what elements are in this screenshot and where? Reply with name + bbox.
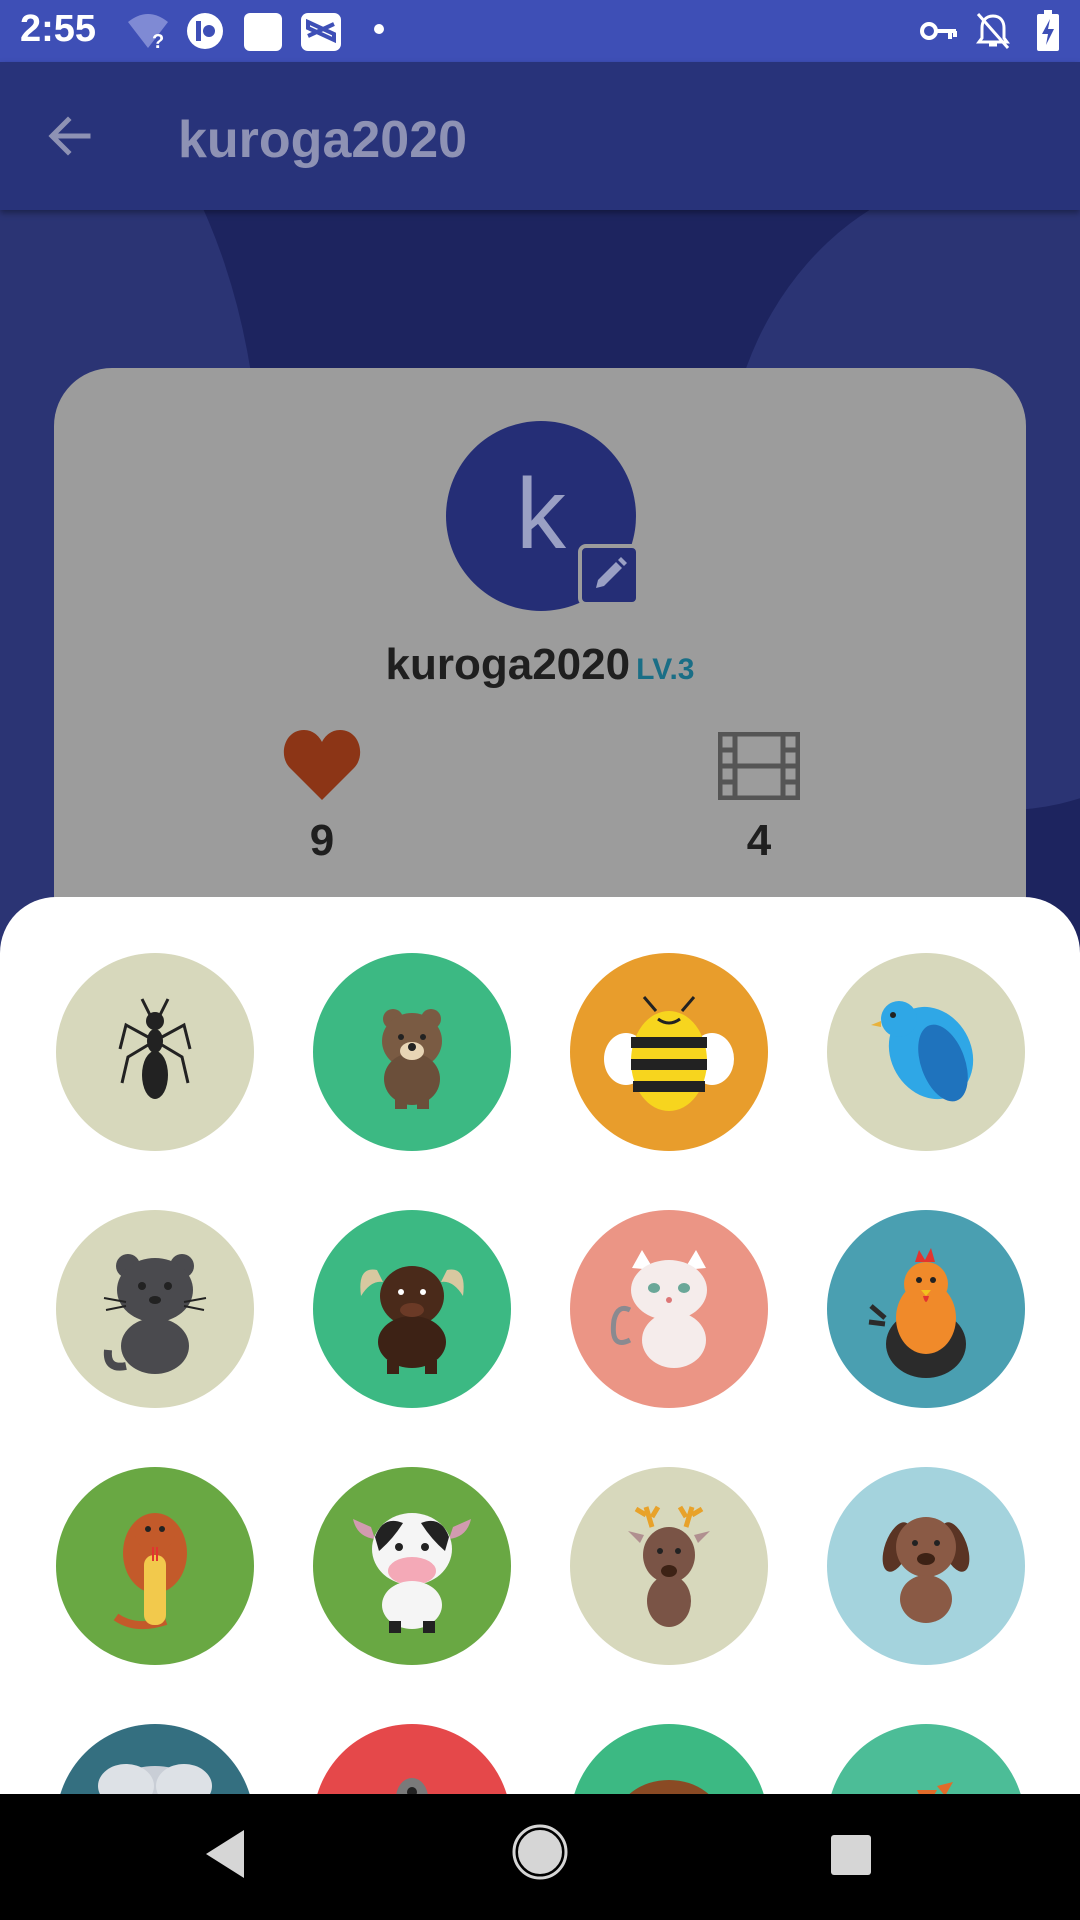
likes-count: 9 — [309, 816, 335, 865]
panther-icon — [103, 1254, 207, 1374]
profile-card: k kuroga2020 LV.3 9 4 — [54, 368, 1026, 988]
dot-icon — [374, 24, 384, 34]
bird-icon — [871, 1001, 974, 1102]
bear-icon — [382, 1009, 442, 1109]
elephant-icon — [98, 1764, 212, 1794]
status-bar: 2:55 ? — [0, 0, 1080, 62]
dog-icon — [882, 1517, 970, 1623]
screen: 2:55 ? kuroga2020 k kuroga2020 LV.3 9 4 — [0, 0, 1080, 1920]
username: kuroga2020 — [385, 640, 631, 689]
avatar-option-ant[interactable] — [56, 953, 254, 1151]
nav-home-icon[interactable] — [510, 1822, 570, 1882]
deer-icon — [628, 1505, 710, 1627]
avatar-option-bird[interactable] — [827, 953, 1025, 1151]
nav-back-icon[interactable] — [200, 1824, 254, 1884]
arrow-back-icon[interactable] — [40, 106, 100, 166]
cat-icon — [610, 1250, 707, 1368]
avatar-option-eagle[interactable] — [313, 1724, 511, 1794]
cow-icon — [353, 1513, 471, 1633]
app-notification-icon — [187, 13, 223, 49]
cobra-icon — [113, 1513, 187, 1630]
monkey-icon — [629, 1780, 709, 1794]
avatar-option-rooster[interactable] — [827, 1210, 1025, 1408]
nav-recents-icon[interactable] — [830, 1834, 872, 1876]
heart-icon — [283, 730, 361, 800]
app-bar: kuroga2020 — [0, 62, 1080, 210]
avatar-option-bear[interactable] — [313, 953, 511, 1151]
vpn-key-icon — [920, 22, 957, 40]
avatar-grid — [0, 897, 1080, 1794]
avatar-option-cat[interactable] — [570, 1210, 768, 1408]
bee-icon — [604, 996, 734, 1111]
avatar-picker-sheet — [0, 897, 1080, 1794]
blank-notification-icon — [244, 13, 282, 51]
capcut-notification-icon — [301, 13, 341, 51]
fox-icon — [917, 1782, 953, 1794]
wifi-question-icon: ? — [128, 14, 168, 50]
avatar-option-cobra[interactable] — [56, 1467, 254, 1665]
avatar-option-elephant[interactable] — [56, 1724, 254, 1794]
pencil-icon — [596, 557, 627, 588]
rooster-icon — [868, 1248, 966, 1378]
avatar-option-cow[interactable] — [313, 1467, 511, 1665]
level-badge: LV.3 — [636, 653, 695, 686]
navigation-bar — [0, 1794, 1080, 1920]
battery-charging-icon — [1037, 10, 1059, 51]
film-strip-icon — [718, 732, 800, 800]
avatar-option-fox[interactable] — [827, 1724, 1025, 1794]
avatar-option-buffalo[interactable] — [313, 1210, 511, 1408]
ant-icon — [118, 998, 192, 1099]
page-title: kuroga2020 — [178, 111, 468, 169]
avatar-option-panther[interactable] — [56, 1210, 254, 1408]
status-time: 2:55 — [20, 8, 97, 50]
svg-text:?: ? — [152, 31, 164, 50]
avatar-option-bee[interactable] — [570, 953, 768, 1151]
videos-count: 4 — [746, 816, 772, 865]
avatar-option-deer[interactable] — [570, 1467, 768, 1665]
username-row: kuroga2020 LV.3 — [54, 640, 1026, 690]
avatar-option-monkey[interactable] — [570, 1724, 768, 1794]
avatar-option-dog[interactable] — [827, 1467, 1025, 1665]
buffalo-icon — [360, 1266, 464, 1374]
eagle-icon — [396, 1778, 428, 1794]
notifications-off-icon — [976, 13, 1010, 49]
edit-avatar-button[interactable] — [578, 544, 640, 606]
